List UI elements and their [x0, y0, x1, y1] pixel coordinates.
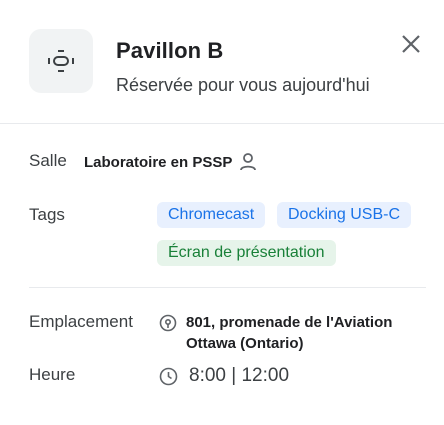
section-divider — [29, 287, 426, 288]
close-icon — [402, 35, 420, 53]
location-pin-icon — [159, 314, 177, 332]
room-label: Salle — [29, 151, 67, 170]
booking-header: Pavillon B Réservée pour vous aujourd'hu… — [0, 0, 444, 124]
address-line-1: 801, promenade de l'Aviation — [186, 314, 393, 331]
header-divider — [0, 123, 444, 124]
tag-chip-chromecast: Chromecast — [157, 202, 266, 228]
person-icon — [240, 153, 256, 171]
room-value: Laboratoire en PSSP — [84, 154, 233, 171]
address-line-2: Ottawa (Ontario) — [186, 335, 304, 352]
clock-icon — [159, 367, 178, 386]
page-title: Pavillon B — [116, 38, 224, 63]
room-icon-tile — [29, 29, 93, 93]
time-label: Heure — [29, 365, 76, 384]
location-label: Emplacement — [29, 312, 133, 331]
conference-room-icon — [48, 50, 74, 72]
tag-chip-presentation-screen: Écran de présentation — [157, 240, 336, 266]
booking-details-card: Pavillon B Réservée pour vous aujourd'hu… — [0, 0, 444, 425]
time-value: 8:00 | 12:00 — [189, 365, 290, 386]
tags-label: Tags — [29, 205, 65, 224]
tag-chip-docking: Docking USB-C — [277, 202, 412, 228]
close-button[interactable] — [397, 30, 425, 58]
booking-subtitle: Réservée pour vous aujourd'hui — [116, 75, 370, 95]
